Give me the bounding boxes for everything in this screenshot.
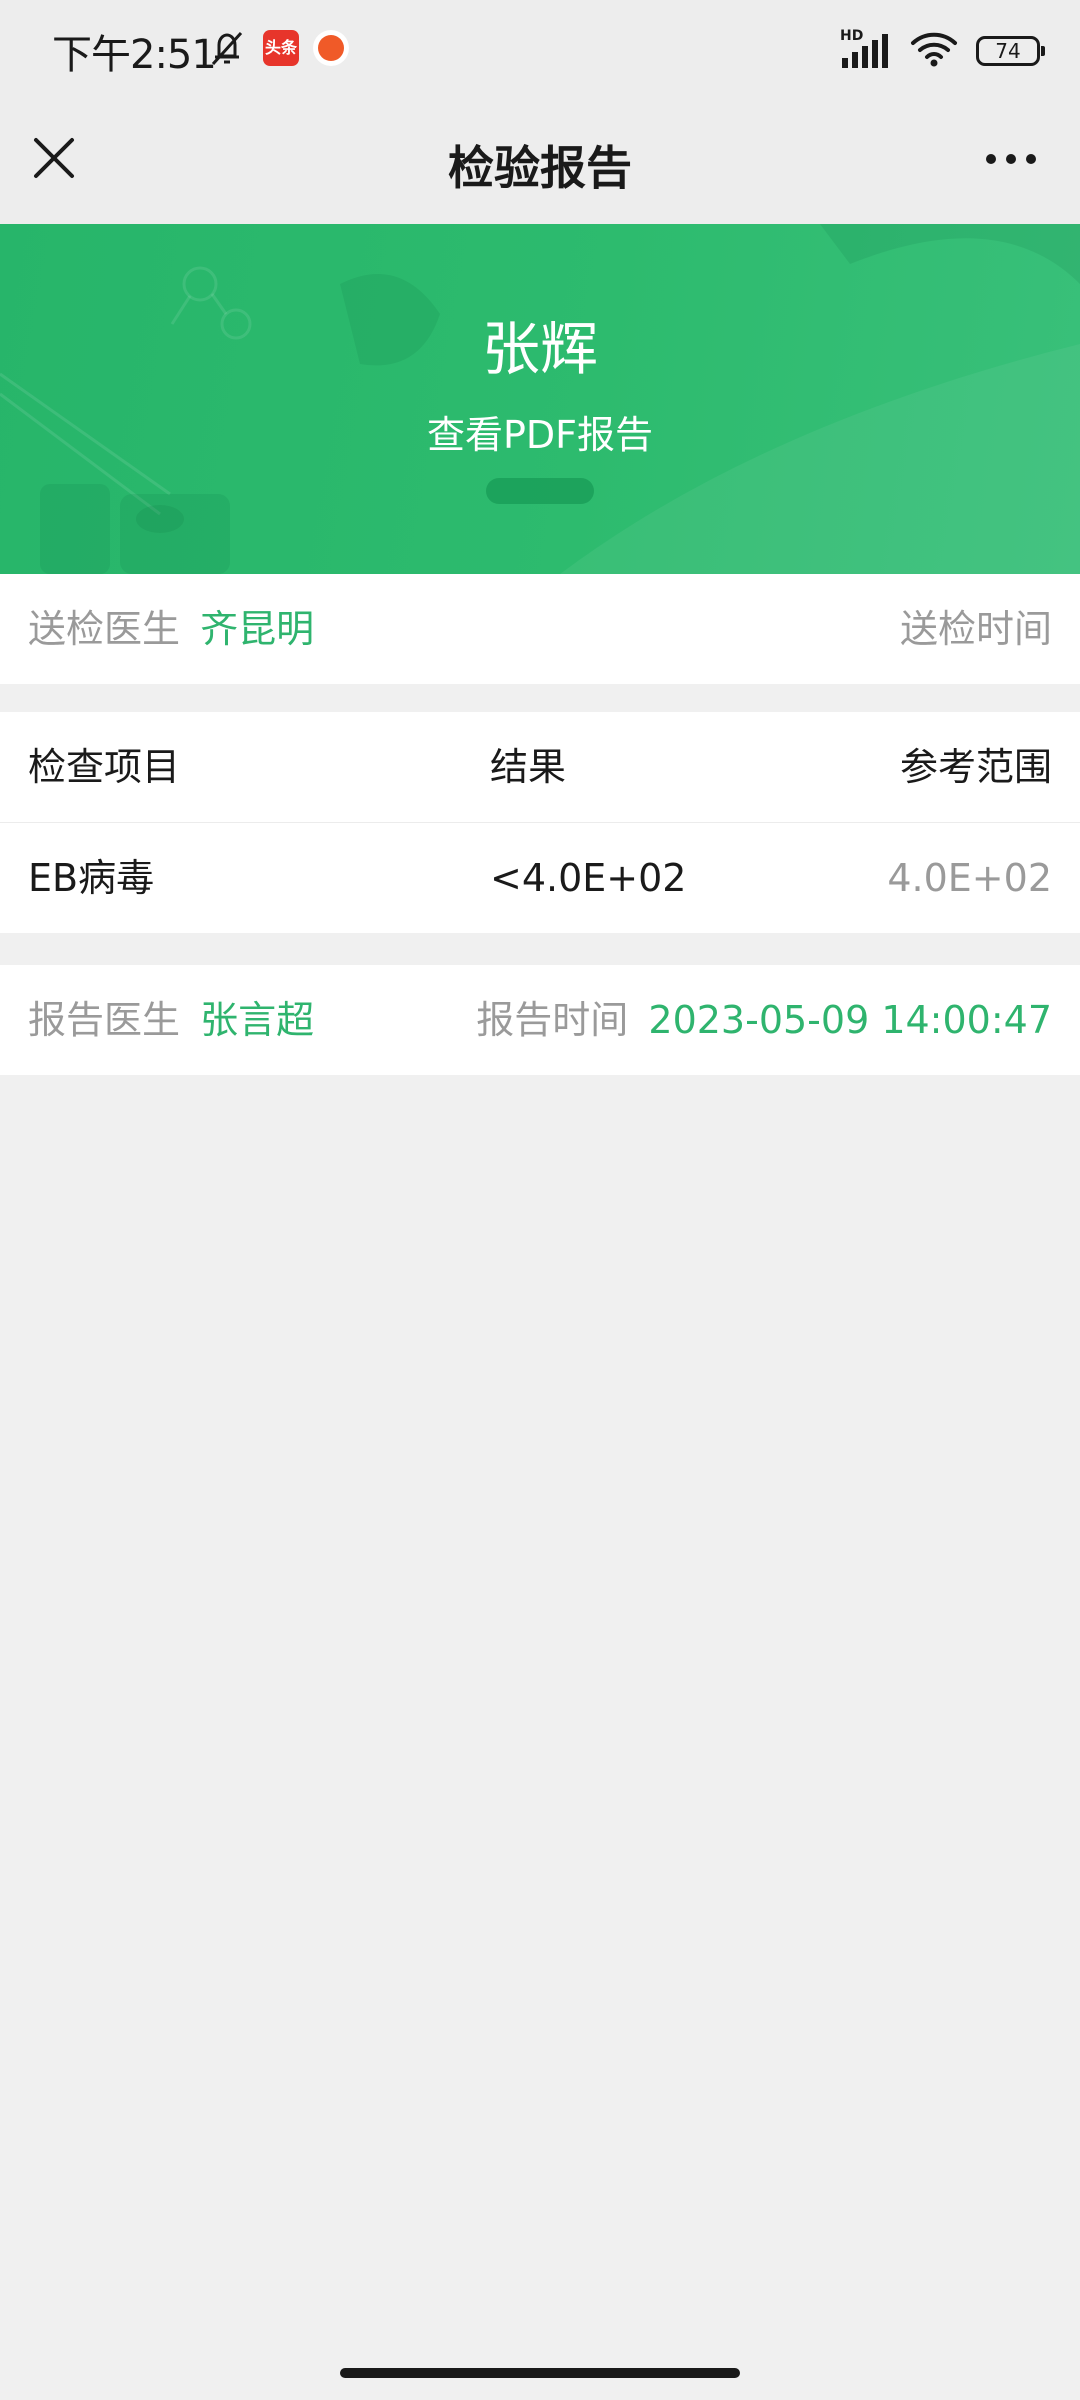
test-result-value: <4.0E+02	[490, 856, 687, 900]
report-time: 报告时间 2023-05-09 14:00:47	[476, 965, 1052, 1075]
column-header-item: 检查项目	[28, 745, 181, 789]
status-notification-icons: 头条	[205, 28, 349, 68]
more-dot-icon	[1006, 154, 1016, 164]
view-pdf-report-link[interactable]: 查看PDF报告	[0, 404, 1080, 459]
submitting-doctor-label: 送检医生	[28, 607, 181, 651]
more-dot-icon	[1026, 154, 1036, 164]
submission-info-card: 送检医生 齐昆明 送检时间	[0, 574, 1080, 684]
more-dot-icon	[986, 154, 996, 164]
submitting-doctor-name: 齐昆明	[200, 607, 315, 651]
table-header-row: 检查项目 结果 参考范围	[0, 712, 1080, 822]
table-row[interactable]: EB病毒 <4.0E+02 4.0E+02	[0, 823, 1080, 933]
nav-bar: 检验报告	[0, 100, 1080, 224]
battery-icon: 74	[976, 36, 1045, 66]
toutiao-app-icon: 头条	[263, 30, 299, 66]
cellular-signal-icon: HD	[840, 28, 892, 70]
report-time-value: 2023-05-09 14:00:47	[648, 998, 1052, 1042]
results-table: 检查项目 结果 参考范围 EB病毒 <4.0E+02 4.0E+02	[0, 712, 1080, 933]
reference-range-value: 4.0E+02	[887, 856, 1052, 900]
submission-time-label: 送检时间	[899, 607, 1052, 651]
reporting-doctor-name: 张言超	[200, 998, 315, 1042]
more-options-button[interactable]	[986, 154, 1036, 164]
column-header-result: 结果	[490, 745, 567, 789]
reporting-doctor-label: 报告医生	[28, 998, 181, 1042]
status-system-icons: HD 74	[840, 28, 1045, 72]
submitting-doctor: 送检医生 齐昆明	[28, 574, 314, 684]
patient-banner: 张辉 查看PDF报告	[0, 224, 1080, 574]
status-bar: 下午2:51 头条 HD 74	[0, 0, 1080, 100]
page-title: 检验报告	[448, 141, 632, 195]
lab-background-illustration	[0, 224, 1080, 574]
report-time-label: 报告时间	[476, 998, 629, 1042]
mute-bell-icon	[205, 28, 249, 68]
status-time: 下午2:51	[52, 32, 217, 78]
column-header-range: 参考范围	[899, 745, 1052, 789]
patient-name: 张辉	[481, 315, 598, 383]
home-indicator[interactable]	[340, 2368, 740, 2378]
reporting-doctor: 报告医生 张言超	[28, 965, 314, 1075]
pdf-link-underline	[486, 478, 594, 504]
orange-app-icon	[313, 30, 349, 66]
wifi-icon	[910, 30, 958, 72]
report-info-card: 报告医生 张言超 报告时间 2023-05-09 14:00:47	[0, 965, 1080, 1075]
test-item-name: EB病毒	[28, 856, 155, 900]
